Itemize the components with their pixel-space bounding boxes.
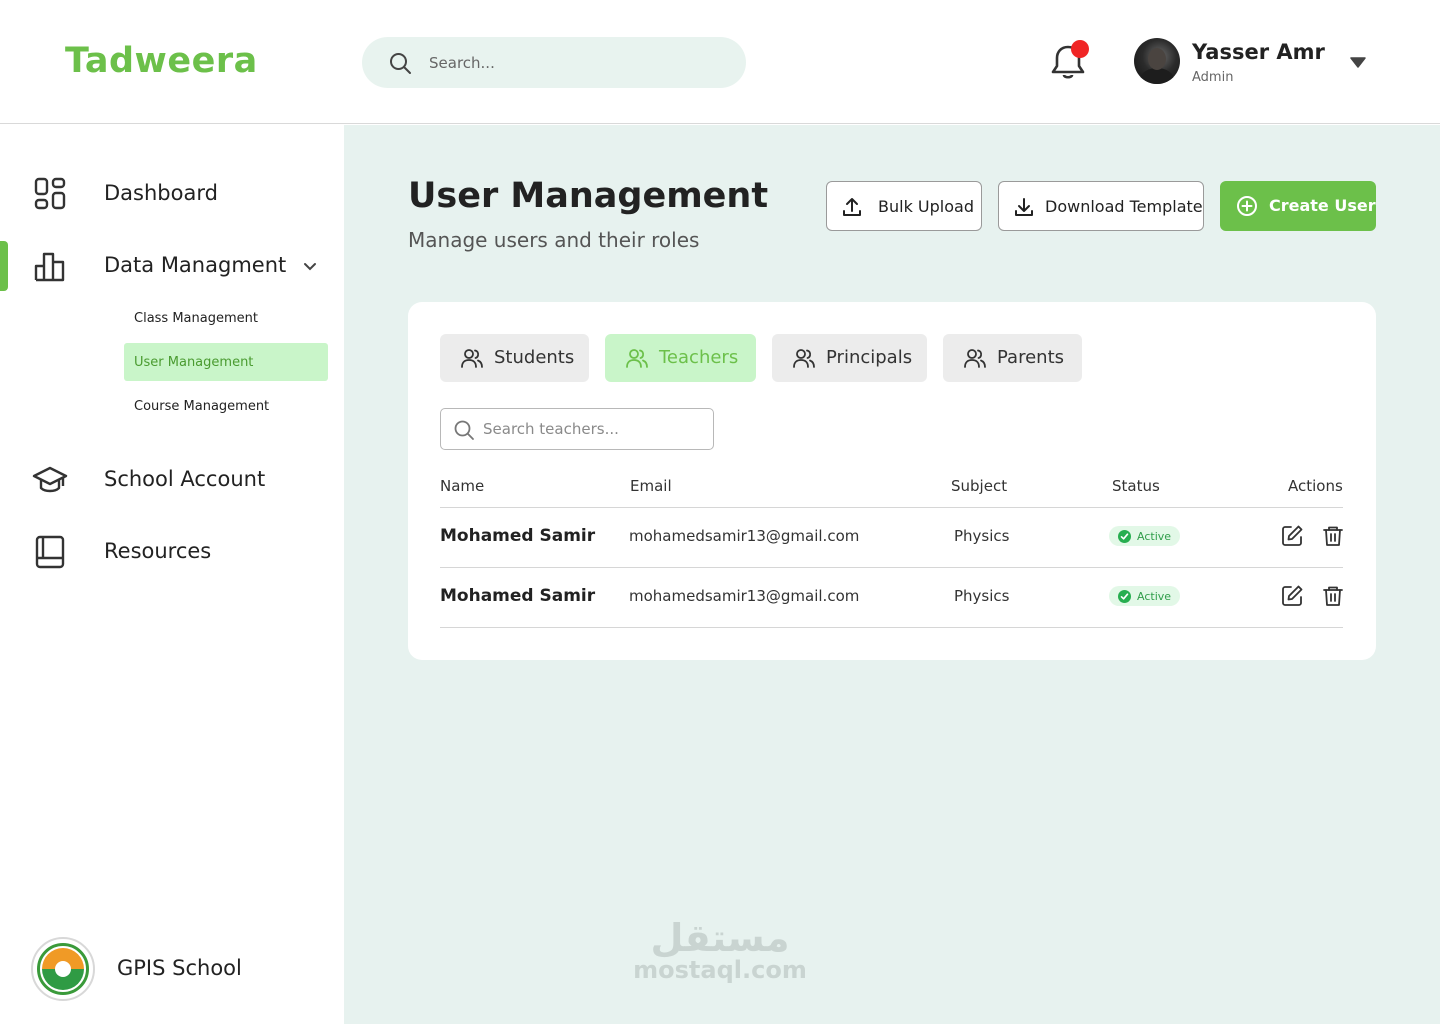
top-header: Tadweera Search... Yasser Amr Admin [0,0,1440,124]
caret-down-icon[interactable] [1350,56,1366,68]
tab-label: Students [494,347,575,368]
check-circle-icon [1118,589,1131,603]
sidebar-subitem-course-management[interactable]: Course Management [124,387,328,425]
table-divider [440,507,1343,508]
status-badge: Active [1109,586,1180,606]
school-logo [31,937,95,1001]
search-icon [388,51,412,75]
watermark-arabic: مستقل [650,916,790,960]
users-icon [963,346,987,370]
cell-email: mohamedsamir13@gmail.com [629,587,860,605]
watermark: مستقل mostaql.com [620,918,820,982]
users-icon [792,346,816,370]
column-header-status: Status [1112,477,1160,495]
column-header-actions: Actions [1288,477,1343,495]
user-name[interactable]: Yasser Amr [1192,40,1325,64]
trash-icon[interactable] [1321,584,1345,608]
cell-name: Mohamed Samir [440,526,596,546]
tab-teachers[interactable]: Teachers [605,334,756,382]
users-icon [460,346,484,370]
column-header-name: Name [440,477,485,495]
tab-label: Teachers [659,347,739,368]
sidebar-item-school-account[interactable]: School Account [0,455,344,503]
user-avatar[interactable] [1134,38,1180,84]
watermark-latin: mostaql.com [633,956,807,984]
school-name: GPIS School [117,956,242,980]
sidebar-item-label: Resources [104,539,212,563]
cell-subject: Physics [954,587,1010,605]
edit-icon[interactable] [1280,524,1304,548]
teachers-search-placeholder: Search teachers... [483,420,619,438]
column-header-email: Email [630,477,672,495]
user-role: Admin [1192,70,1234,85]
cell-subject: Physics [954,527,1010,545]
cell-name: Mohamed Samir [440,586,596,606]
edit-icon[interactable] [1280,584,1304,608]
download-template-button[interactable]: Download Template [998,181,1204,231]
tab-principals[interactable]: Principals [772,334,927,382]
trash-icon[interactable] [1321,524,1345,548]
grid-icon [32,176,68,212]
tab-label: Parents [997,347,1064,368]
sidebar-subitem-user-management[interactable]: User Management [124,343,328,381]
tab-parents[interactable]: Parents [943,334,1082,382]
plus-circle-icon [1236,195,1258,217]
sidebar-item-dashboard[interactable]: Dashboard [0,169,344,217]
tab-label: Principals [826,347,913,368]
status-label: Active [1137,529,1172,543]
sidebar-item-resources[interactable]: Resources [0,527,344,575]
table-divider [440,567,1343,568]
app-logo[interactable]: Tadweera [65,41,258,81]
users-icon [625,346,649,370]
sidebar-item-label: School Account [104,467,266,491]
graduation-cap-icon [32,462,68,498]
check-circle-icon [1118,529,1131,543]
download-template-label: Download Template [1045,197,1203,216]
global-search[interactable]: Search... [362,37,746,88]
status-label: Active [1137,589,1172,603]
bulk-upload-button[interactable]: Bulk Upload [826,181,982,231]
status-badge: Active [1109,526,1180,546]
notification-badge [1071,40,1089,58]
cell-email: mohamedsamir13@gmail.com [629,527,860,545]
upload-icon [841,196,863,218]
search-input[interactable]: Search... [429,54,495,72]
table-divider [440,627,1343,628]
sidebar-item-data-managment[interactable]: Data Managment [0,241,344,289]
page-title: User Management [408,176,769,216]
tab-students[interactable]: Students [440,334,589,382]
chevron-down-icon[interactable] [302,261,318,273]
column-header-subject: Subject [951,477,1008,495]
teachers-search-input[interactable]: Search teachers... [440,408,714,450]
create-user-label: Create User [1269,196,1376,215]
sidebar-item-label: Dashboard [104,181,218,205]
book-icon [32,534,68,570]
bulk-upload-label: Bulk Upload [878,197,974,216]
bar-chart-icon [32,248,68,284]
sidebar-item-label: Data Managment [104,253,287,277]
download-icon [1013,196,1035,218]
sidebar-subitem-class-management[interactable]: Class Management [124,299,328,337]
search-icon [453,419,475,441]
page-subtitle: Manage users and their roles [408,228,700,252]
create-user-button[interactable]: Create User [1220,181,1376,231]
